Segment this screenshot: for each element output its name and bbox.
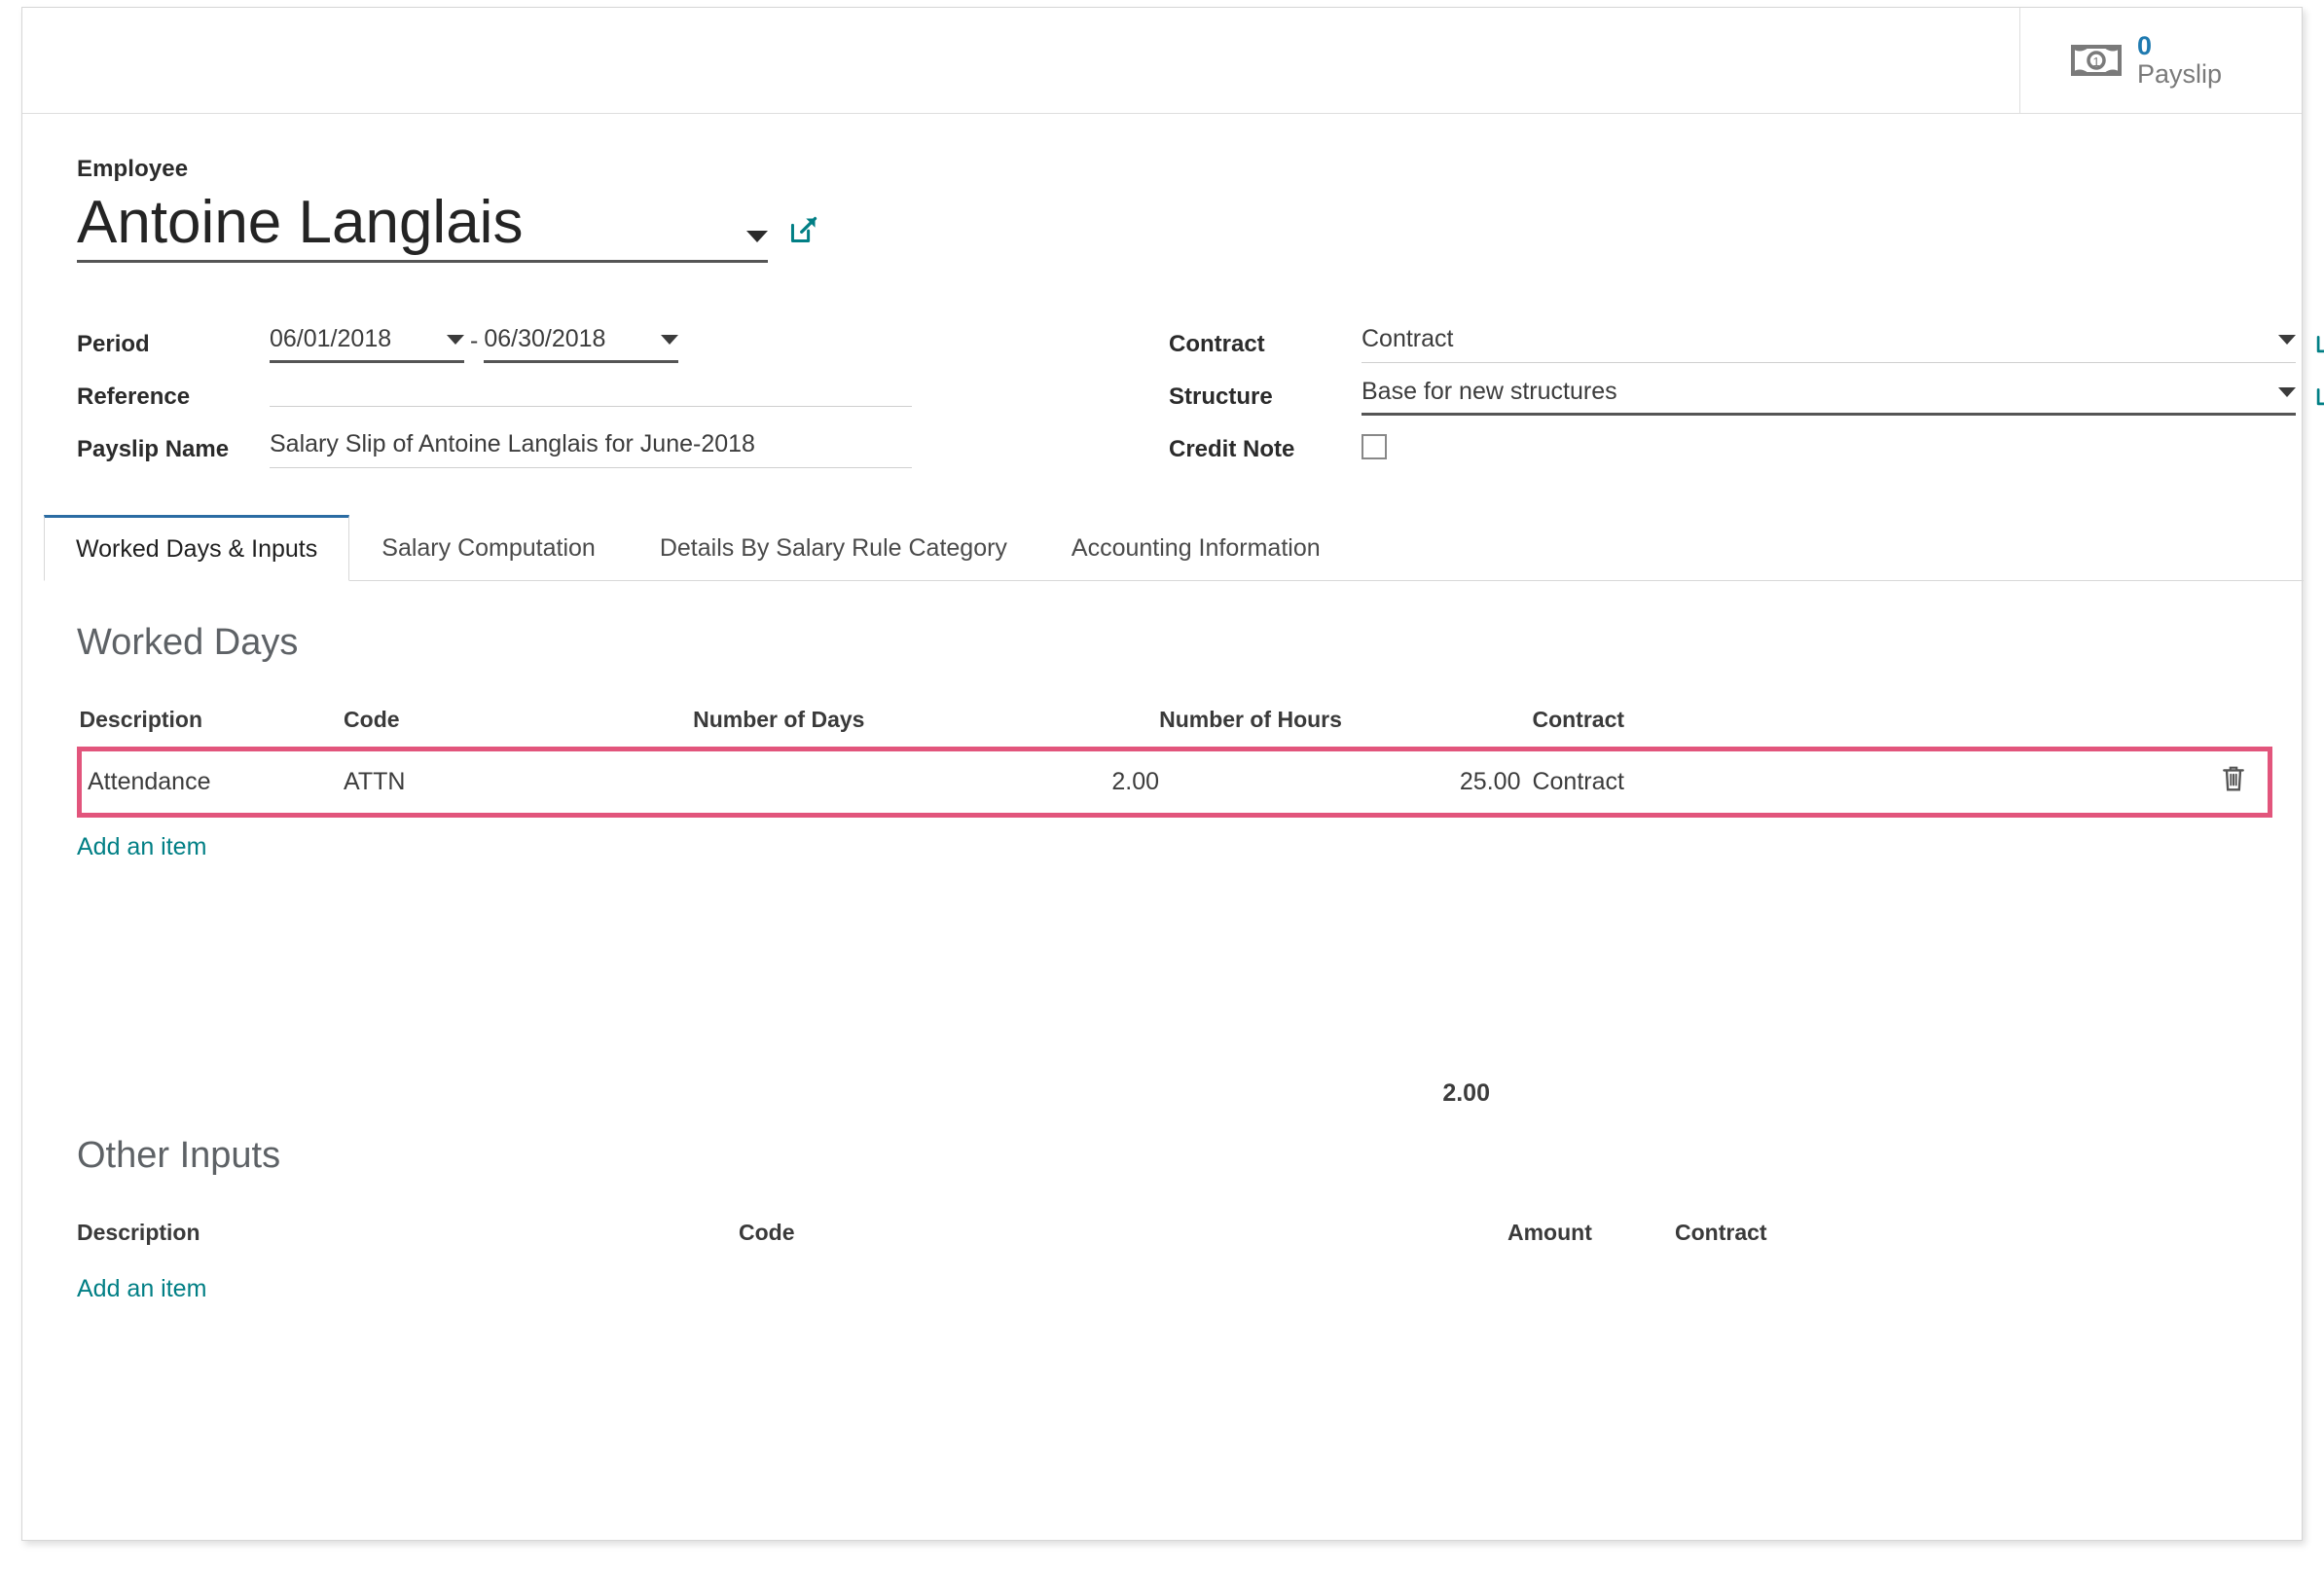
banknote-icon: 1 [2071,41,2122,80]
trash-icon[interactable] [2221,765,2246,799]
credit-note-row: Credit Note [1169,430,2269,483]
period-from-value: 06/01/2018 [270,325,392,352]
period-label: Period [77,331,150,357]
payslip-stat-value: 0 [2137,30,2153,60]
payslip-form-page: 1 0 Payslip Employee Antoine Langlais Pe… [0,0,2324,1571]
employee-label: Employee [77,156,189,182]
other-inputs-table: Description Code Amount Contract [77,1220,2272,1260]
tab-accounting-information[interactable]: Accounting Information [1039,515,1353,580]
period-from-chevron-down-icon[interactable] [447,334,464,345]
tab-worked-days-inputs[interactable]: Worked Days & Inputs [44,515,350,581]
tab-salary-computation[interactable]: Salary Computation [349,515,628,580]
worked-days-total-days: 2.00 [1442,1079,1490,1107]
notebook-tabs: Worked Days & Inputs Salary Computation … [44,515,2304,581]
worked-days-cell-actions [2006,747,2273,818]
payslip-stat-label: Payslip [2137,59,2223,89]
worked-days-cell-contract[interactable]: Contract [1520,747,2007,818]
payslip-name-input[interactable]: Salary Slip of Antoine Langlais for June… [270,430,912,468]
tab-accounting-information-label: Accounting Information [1071,533,1321,562]
structure-row: Structure Base for new structures [1169,378,2324,430]
structure-chevron-down-icon[interactable] [2278,386,2296,397]
payslip-name-value: Salary Slip of Antoine Langlais for June… [270,430,755,457]
period-row: Period 06/01/2018 - 06/30/2018 [77,325,1060,378]
form-left-column: Period 06/01/2018 - 06/30/2018 Reference… [77,325,1060,483]
worked-days-col-number-of-days: Number of Days [693,707,865,732]
contract-input[interactable]: Contract [1362,325,2296,363]
svg-text:1: 1 [2092,55,2099,69]
structure-value: Base for new structures [1362,378,1617,405]
other-inputs-section: Other Inputs Description Code Amount Con… [77,1135,2272,1303]
worked-days-header-row: Description Code Number of Days Number o… [80,707,2270,749]
contract-external-link-icon[interactable] [2315,328,2324,359]
other-inputs-add-item-link[interactable]: Add an item [77,1275,206,1303]
other-inputs-title: Other Inputs [77,1135,281,1176]
other-inputs-col-code: Code [739,1220,795,1245]
payslip-name-label: Payslip Name [77,436,230,462]
worked-days-col-actions [2006,707,2270,749]
other-inputs-col-amount: Amount [1507,1220,1592,1245]
credit-note-checkbox[interactable] [1362,434,1387,459]
worked-days-table: Description Code Number of Days Number o… [77,707,2273,818]
external-link-icon[interactable] [789,215,818,249]
tab-details-by-salary-rule-category[interactable]: Details By Salary Rule Category [628,515,1039,580]
payslip-name-row: Payslip Name Salary Slip of Antoine Lang… [77,430,1060,483]
tab-salary-computation-label: Salary Computation [381,533,596,562]
other-inputs-col-contract: Contract [1675,1220,1767,1245]
contract-value: Contract [1362,325,1454,352]
worked-days-cell-code[interactable]: ATTN [344,747,694,818]
table-row[interactable]: Attendance ATTN 2.00 25.00 Contract [77,747,2273,818]
worked-days-cell-number-of-days[interactable]: 2.00 [693,747,1160,818]
structure-input[interactable]: Base for new structures [1362,378,2296,416]
worked-days-cell-number-of-hours[interactable]: 25.00 [1159,747,1521,818]
payslip-stat-button[interactable]: 1 0 Payslip [2019,8,2302,113]
period-from-input[interactable]: 06/01/2018 [270,325,464,363]
reference-input[interactable] [270,378,912,407]
structure-external-link-icon[interactable] [2315,381,2324,412]
contract-label: Contract [1169,331,1265,357]
reference-label: Reference [77,384,191,410]
other-inputs-header-row: Description Code Amount Contract [77,1220,2272,1260]
period-to-chevron-down-icon[interactable] [661,334,679,345]
period-to-input[interactable]: 06/30/2018 [484,325,679,363]
worked-days-add-item-link[interactable]: Add an item [77,833,206,861]
structure-label: Structure [1169,384,1273,410]
worked-days-col-description: Description [79,707,203,732]
contract-chevron-down-icon[interactable] [2278,334,2296,345]
form-sheet: 1 0 Payslip Employee Antoine Langlais Pe… [21,7,2324,1541]
period-to-value: 06/30/2018 [484,325,606,352]
worked-days-col-number-of-hours: Number of Hours [1159,707,1342,732]
employee-input[interactable]: Antoine Langlais [77,189,768,264]
worked-days-col-code: Code [344,707,400,732]
worked-days-col-contract: Contract [1532,707,1625,732]
worked-days-title: Worked Days [77,622,299,663]
form-right-column: Contract Contract Structure Base for new… [1169,325,2324,483]
worked-days-cell-description[interactable]: Attendance [77,747,345,818]
reference-row: Reference [77,378,1060,430]
employee-value: Antoine Langlais [77,189,524,256]
period-separator: - [470,327,479,354]
employee-field-block: Employee Antoine Langlais [77,156,818,264]
stat-button-bar: 1 0 Payslip [22,8,2302,114]
worked-days-section: Worked Days Description Code Number of D… [77,622,2273,861]
credit-note-label: Credit Note [1169,436,1295,462]
tab-worked-days-inputs-label: Worked Days & Inputs [76,534,318,563]
chevron-down-icon[interactable] [746,231,768,242]
tab-details-by-salary-rule-category-label: Details By Salary Rule Category [659,533,1007,562]
contract-row: Contract Contract [1169,325,2324,378]
other-inputs-col-description: Description [77,1220,200,1245]
